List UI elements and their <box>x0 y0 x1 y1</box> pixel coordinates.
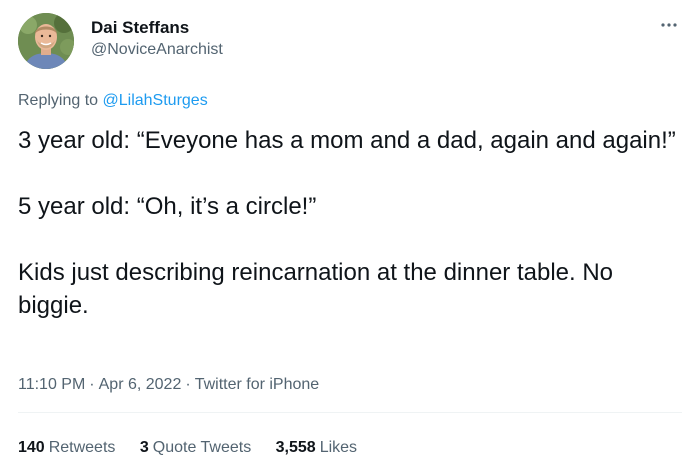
tweet-paragraph: 3 year old: “Eveyone has a mom and a dad… <box>18 127 676 154</box>
tweet-paragraph: Kids just describing reincarnation at th… <box>18 259 614 319</box>
quote-tweets-label: Quote Tweets <box>152 439 252 456</box>
likes-count: 3,558 <box>275 439 316 456</box>
tweet-paragraph: 5 year old: “Oh, it’s a circle!” <box>18 193 317 220</box>
tweet-timestamp-time[interactable]: 11:10 PM <box>18 376 85 393</box>
meta-separator: · <box>185 376 191 393</box>
replying-to: Replying to @LilahSturges <box>18 91 208 111</box>
replying-to-label: Replying to <box>18 92 99 109</box>
retweets-label: Retweets <box>48 439 116 456</box>
tweet-card: Dai Steffans @NoviceAnarchist Replying t… <box>0 0 700 476</box>
reply-mention-link[interactable]: @LilahSturges <box>103 92 208 109</box>
likes-label: Likes <box>319 439 358 456</box>
retweets-stat[interactable]: 140 Retweets <box>18 437 115 459</box>
meta-separator: · <box>89 376 95 393</box>
tweet-timestamp-date[interactable]: Apr 6, 2022 <box>99 376 182 393</box>
author-display-name[interactable]: Dai Steffans <box>91 17 223 39</box>
retweets-count: 140 <box>18 439 45 456</box>
likes-stat[interactable]: 3,558 Likes <box>276 437 357 459</box>
quote-tweets-count: 3 <box>139 439 149 456</box>
tweet-text: 3 year old: “Eveyone has a mom and a dad… <box>18 124 682 322</box>
author-names: Dai Steffans @NoviceAnarchist <box>91 17 223 61</box>
tweet-source-link[interactable]: Twitter for iPhone <box>195 376 320 393</box>
avatar[interactable] <box>18 13 74 69</box>
quote-tweets-stat[interactable]: 3 Quote Tweets <box>140 437 251 459</box>
tweet-meta: 11:10 PM · Apr 6, 2022 · Twitter for iPhone <box>18 374 319 396</box>
author-handle[interactable]: @NoviceAnarchist <box>91 39 223 61</box>
divider <box>18 412 682 413</box>
tweet-stats: 140 Retweets 3 Quote Tweets 3,558 Likes <box>18 437 377 459</box>
tweet-header: Dai Steffans @NoviceAnarchist <box>18 13 682 69</box>
avatar-image <box>18 13 74 69</box>
more-horizontal-icon[interactable] <box>658 15 680 35</box>
